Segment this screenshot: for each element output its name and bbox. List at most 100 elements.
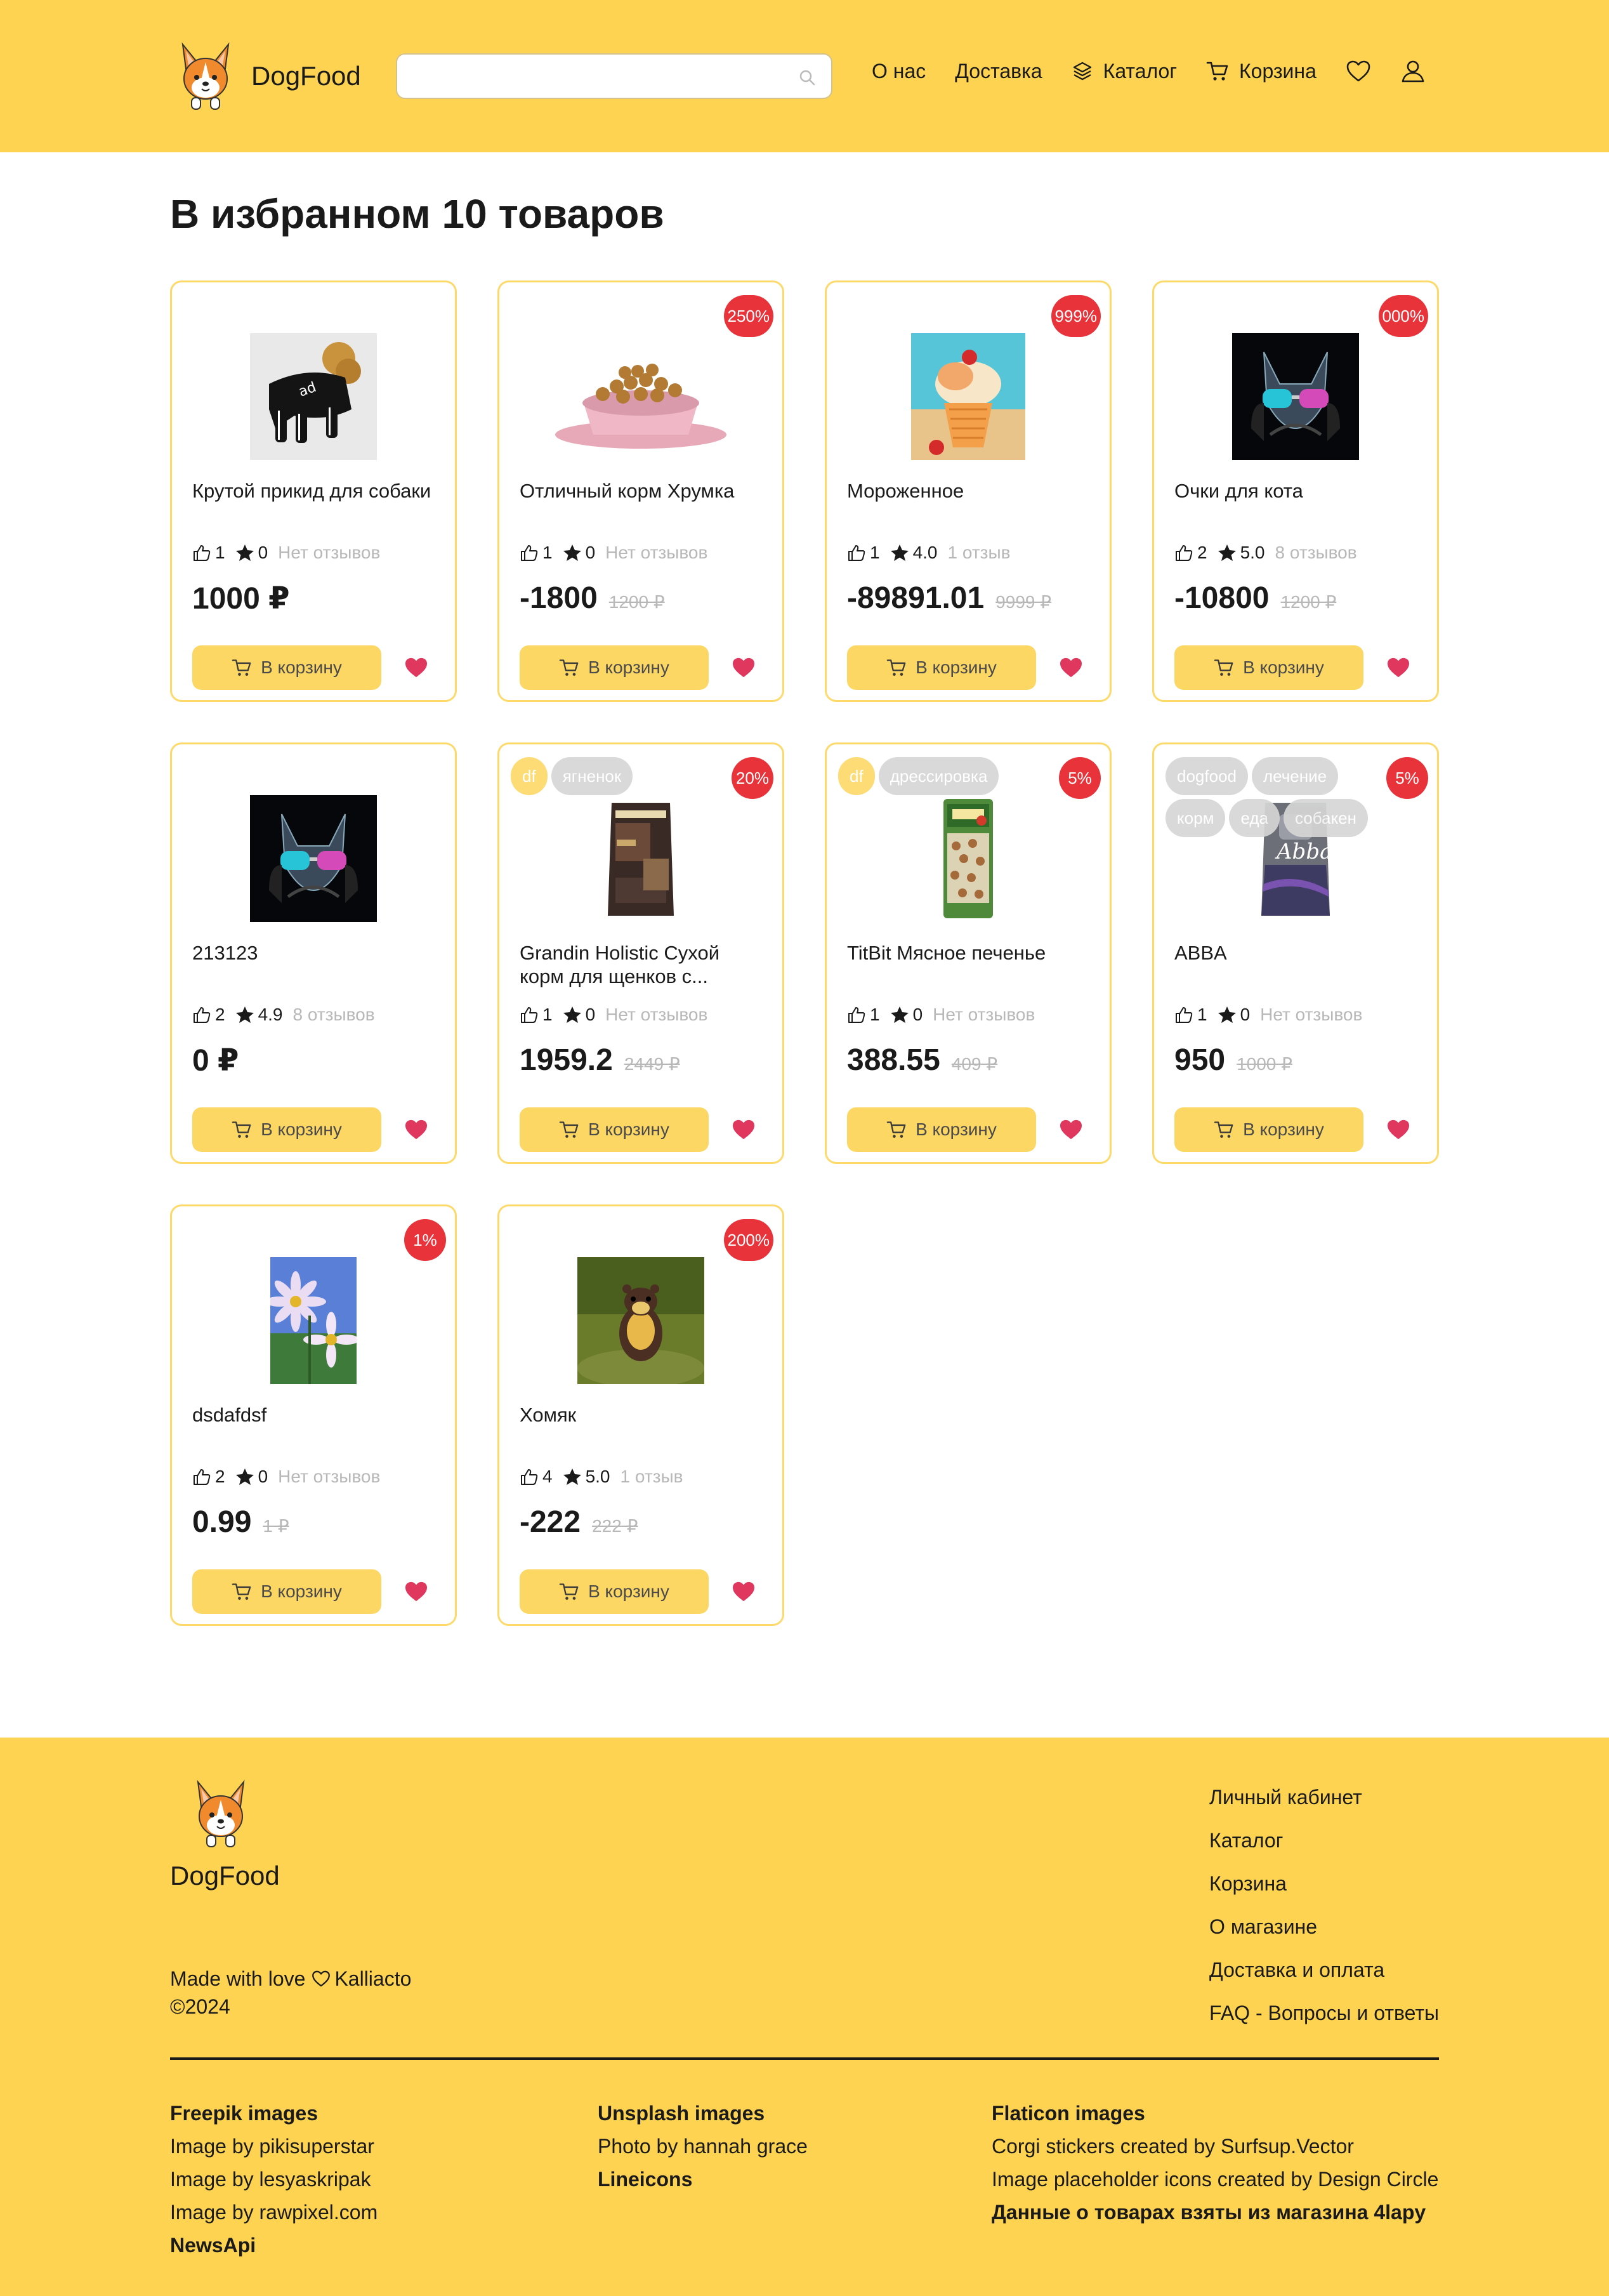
- likes-stat[interactable]: 4: [520, 1467, 553, 1487]
- credit-line[interactable]: Corgi stickers created by Surfsup.Vector: [992, 2130, 1438, 2163]
- favorite-heart-icon[interactable]: [732, 657, 756, 678]
- product-image[interactable]: [1154, 333, 1437, 460]
- product-name[interactable]: Отличный корм Хрумка: [520, 479, 767, 527]
- add-to-cart-button[interactable]: В корзину: [1174, 645, 1363, 690]
- likes-stat[interactable]: 1: [192, 543, 225, 563]
- credits-title[interactable]: Freepik images: [170, 2097, 378, 2130]
- add-to-cart-button[interactable]: В корзину: [847, 1107, 1036, 1152]
- product-image[interactable]: ad: [172, 333, 455, 460]
- product-name[interactable]: TitBit Мясное печенье: [847, 941, 1094, 989]
- likes-stat[interactable]: 2: [1174, 543, 1207, 563]
- add-to-cart-button[interactable]: В корзину: [520, 1107, 709, 1152]
- credit-lineicons[interactable]: Lineicons: [598, 2163, 808, 2196]
- footer-link-delivery[interactable]: Доставка и оплата: [1209, 1948, 1439, 1991]
- nav-profile[interactable]: [1400, 59, 1426, 83]
- favorite-heart-icon[interactable]: [732, 1581, 756, 1602]
- footer-link-faq[interactable]: FAQ - Вопросы и ответы: [1209, 1991, 1439, 2035]
- favorite-heart-icon[interactable]: [404, 1119, 428, 1140]
- likes-stat[interactable]: 2: [192, 1467, 225, 1487]
- author-link[interactable]: Kalliacto: [334, 1965, 411, 1993]
- product-name[interactable]: Хомяк: [520, 1403, 767, 1451]
- likes-stat[interactable]: 1: [847, 543, 880, 563]
- product-image[interactable]: [499, 795, 782, 922]
- reviews-count[interactable]: 8 отзывов: [1275, 543, 1357, 563]
- likes-stat[interactable]: 1: [847, 1005, 880, 1025]
- reviews-count[interactable]: 1 отзыв: [621, 1467, 683, 1487]
- product-card-food-khrumka[interactable]: 250% Отличный корм Хрумка 1 0 Нет отзывов -18…: [497, 280, 784, 702]
- product-name[interactable]: ABBA: [1174, 941, 1422, 989]
- favorite-heart-icon[interactable]: [732, 1119, 756, 1140]
- product-image[interactable]: [827, 333, 1110, 460]
- footer-link-account[interactable]: Личный кабинет: [1209, 1776, 1439, 1819]
- product-image[interactable]: [499, 1257, 782, 1384]
- footer-logo-text[interactable]: DogFood: [170, 1861, 280, 1891]
- favorite-heart-icon[interactable]: [1059, 657, 1083, 678]
- corgi-logo-icon[interactable]: [193, 1778, 249, 1849]
- reviews-count[interactable]: Нет отзывов: [933, 1005, 1035, 1025]
- logo[interactable]: DogFood: [178, 41, 361, 112]
- likes-stat[interactable]: 1: [520, 1005, 553, 1025]
- reviews-count[interactable]: Нет отзывов: [605, 1005, 707, 1025]
- favorite-heart-icon[interactable]: [1386, 657, 1410, 678]
- product-name[interactable]: Grandin Holistic Сухой корм для щенков с…: [520, 941, 767, 989]
- credit-line[interactable]: Image by pikisuperstar: [170, 2130, 378, 2163]
- add-to-cart-button[interactable]: В корзину: [192, 1569, 381, 1614]
- reviews-count[interactable]: Нет отзывов: [605, 543, 707, 563]
- reviews-count[interactable]: 1 отзыв: [948, 543, 1011, 563]
- product-card-dog-outfit[interactable]: ad Крутой прикид для собаки 1 0 Нет отзывов 1…: [170, 280, 457, 702]
- credits-title[interactable]: Unsplash images: [598, 2097, 808, 2130]
- credit-line[interactable]: Image by lesyaskripak: [170, 2163, 378, 2196]
- product-image[interactable]: [827, 795, 1110, 922]
- product-name[interactable]: 213123: [192, 941, 440, 989]
- credit-line[interactable]: Image by rawpixel.com: [170, 2196, 378, 2229]
- credit-data-source[interactable]: Данные о товарах взяты из магазина 4lapy: [992, 2196, 1438, 2229]
- product-card-hamster[interactable]: 200% Хомяк 4 5.0 1 отзыв -222 222 ₽ В корзину: [497, 1204, 784, 1626]
- footer-link-cart[interactable]: Корзина: [1209, 1862, 1439, 1905]
- product-name[interactable]: Очки для кота: [1174, 479, 1422, 527]
- footer-link-about[interactable]: О магазине: [1209, 1905, 1439, 1948]
- reviews-count[interactable]: Нет отзывов: [278, 1467, 380, 1487]
- favorite-heart-icon[interactable]: [404, 1581, 428, 1602]
- nav-about[interactable]: О нас: [872, 60, 926, 83]
- add-to-cart-button[interactable]: В корзину: [520, 1569, 709, 1614]
- product-card-titbit-cookies[interactable]: df дрессировка 5% TitBit Мясное печенье 1 0 Не…: [825, 742, 1112, 1164]
- add-to-cart-button[interactable]: В корзину: [847, 645, 1036, 690]
- credit-newsapi[interactable]: NewsApi: [170, 2229, 378, 2262]
- add-to-cart-button[interactable]: В корзину: [192, 645, 381, 690]
- add-to-cart-button[interactable]: В корзину: [520, 645, 709, 690]
- product-name[interactable]: dsdafdsf: [192, 1403, 440, 1451]
- product-card-cat-glasses[interactable]: 000% Очки для кота 2 5.0 8 отзывов -10800 1200…: [1152, 280, 1439, 702]
- nav-catalog[interactable]: Каталог: [1072, 60, 1177, 83]
- add-to-cart-button[interactable]: В корзину: [192, 1107, 381, 1152]
- product-image[interactable]: [172, 1257, 455, 1384]
- credit-line[interactable]: Image placeholder icons created by Desig…: [992, 2163, 1438, 2196]
- credit-line[interactable]: Photo by hannah grace: [598, 2130, 808, 2163]
- favorite-heart-icon[interactable]: [404, 657, 428, 678]
- layers-icon: [1073, 62, 1091, 81]
- search-input[interactable]: [396, 53, 832, 99]
- product-card-abba[interactable]: Abba dogfood лечение корм еда собакен 5% ABBA 1 0…: [1152, 742, 1439, 1164]
- favorite-heart-icon[interactable]: [1386, 1119, 1410, 1140]
- nav-favorites[interactable]: [1346, 60, 1371, 82]
- nav-cart[interactable]: Корзина: [1206, 60, 1317, 83]
- nav-delivery[interactable]: Доставка: [955, 60, 1042, 83]
- favorite-heart-icon[interactable]: [1059, 1119, 1083, 1140]
- likes-stat[interactable]: 1: [520, 543, 553, 563]
- product-card-grandin-holistic[interactable]: df ягненок 20% Grandin Holistic Сухой корм …: [497, 742, 784, 1164]
- product-card-ice-cream[interactable]: 999% Мороженное 1 4.0 1 отзыв -89891.01 9999 ₽…: [825, 280, 1112, 702]
- product-name[interactable]: Крутой прикид для собаки: [192, 479, 440, 527]
- product-card-item-213123[interactable]: 213123 2 4.9 8 отзывов 0 ₽ В корзину: [170, 742, 457, 1164]
- likes-stat[interactable]: 2: [192, 1005, 225, 1025]
- add-to-cart-button[interactable]: В корзину: [1174, 1107, 1363, 1152]
- product-image[interactable]: [172, 795, 455, 922]
- reviews-count[interactable]: Нет отзывов: [278, 543, 380, 563]
- footer-link-catalog[interactable]: Каталог: [1209, 1819, 1439, 1862]
- reviews-count[interactable]: 8 отзывов: [293, 1005, 375, 1025]
- product-image[interactable]: [499, 333, 782, 460]
- credits-title[interactable]: Flaticon images: [992, 2097, 1438, 2130]
- product-card-dsdafdsf[interactable]: 1% dsdafdsf 2 0 Нет отзывов 0.99 1 ₽ В корзину: [170, 1204, 457, 1626]
- search-icon[interactable]: [798, 69, 816, 86]
- product-name[interactable]: Мороженное: [847, 479, 1094, 527]
- reviews-count[interactable]: Нет отзывов: [1260, 1005, 1362, 1025]
- likes-stat[interactable]: 1: [1174, 1005, 1207, 1025]
